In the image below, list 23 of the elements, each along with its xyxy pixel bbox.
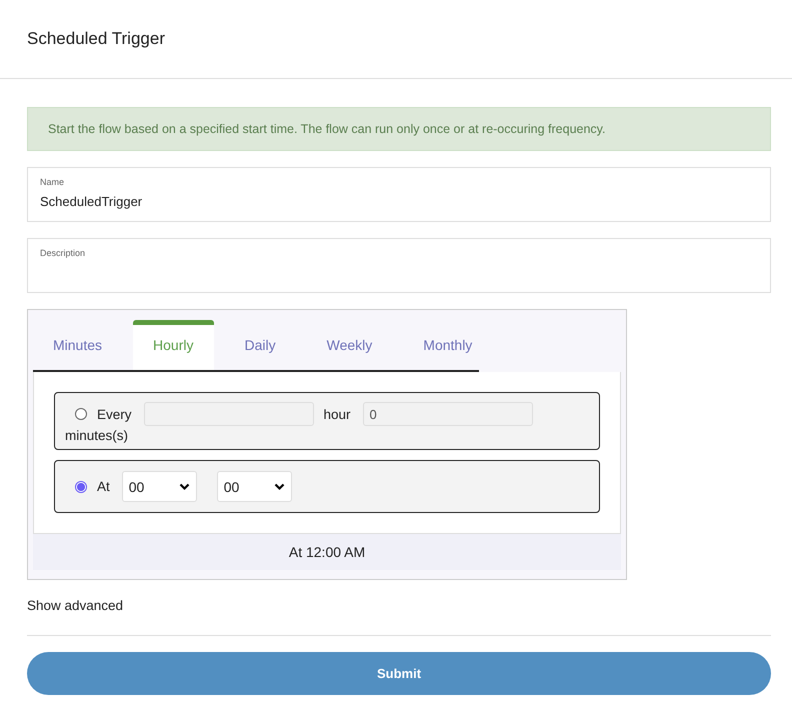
page-title: Scheduled Trigger (27, 29, 165, 49)
tab[interactable]: Hourly (133, 320, 214, 370)
caret-icon (274, 482, 285, 490)
show-advanced-link[interactable]: Show advanced (27, 598, 124, 613)
option-label: Every (97, 406, 132, 422)
tab[interactable]: Monthly (403, 320, 492, 370)
radio-button[interactable] (75, 480, 87, 492)
time-dropdown[interactable]: 00 (122, 471, 197, 502)
tab[interactable]: Daily (224, 320, 296, 370)
text-field[interactable]: Name ScheduledTrigger (27, 167, 771, 222)
time-dropdown[interactable]: 00 (216, 471, 292, 502)
option-label: At (97, 479, 110, 494)
submit-button[interactable]: Submit (27, 652, 771, 695)
caret-icon (178, 482, 190, 490)
tab[interactable]: Minutes (33, 320, 122, 370)
schedule-summary: At 12:00 AM (33, 534, 621, 570)
unit-label: hour (324, 406, 351, 422)
hours-field[interactable]: 0 (362, 402, 533, 426)
radio-button[interactable] (75, 408, 87, 420)
info-banner: Start the flow based on a specified start time. The flow can run only once or at re-occuring frequency. (27, 107, 771, 151)
text-field[interactable]: Description (27, 238, 771, 293)
tab[interactable]: Weekly (306, 320, 392, 370)
unit-label: minutes(s) (65, 428, 130, 443)
